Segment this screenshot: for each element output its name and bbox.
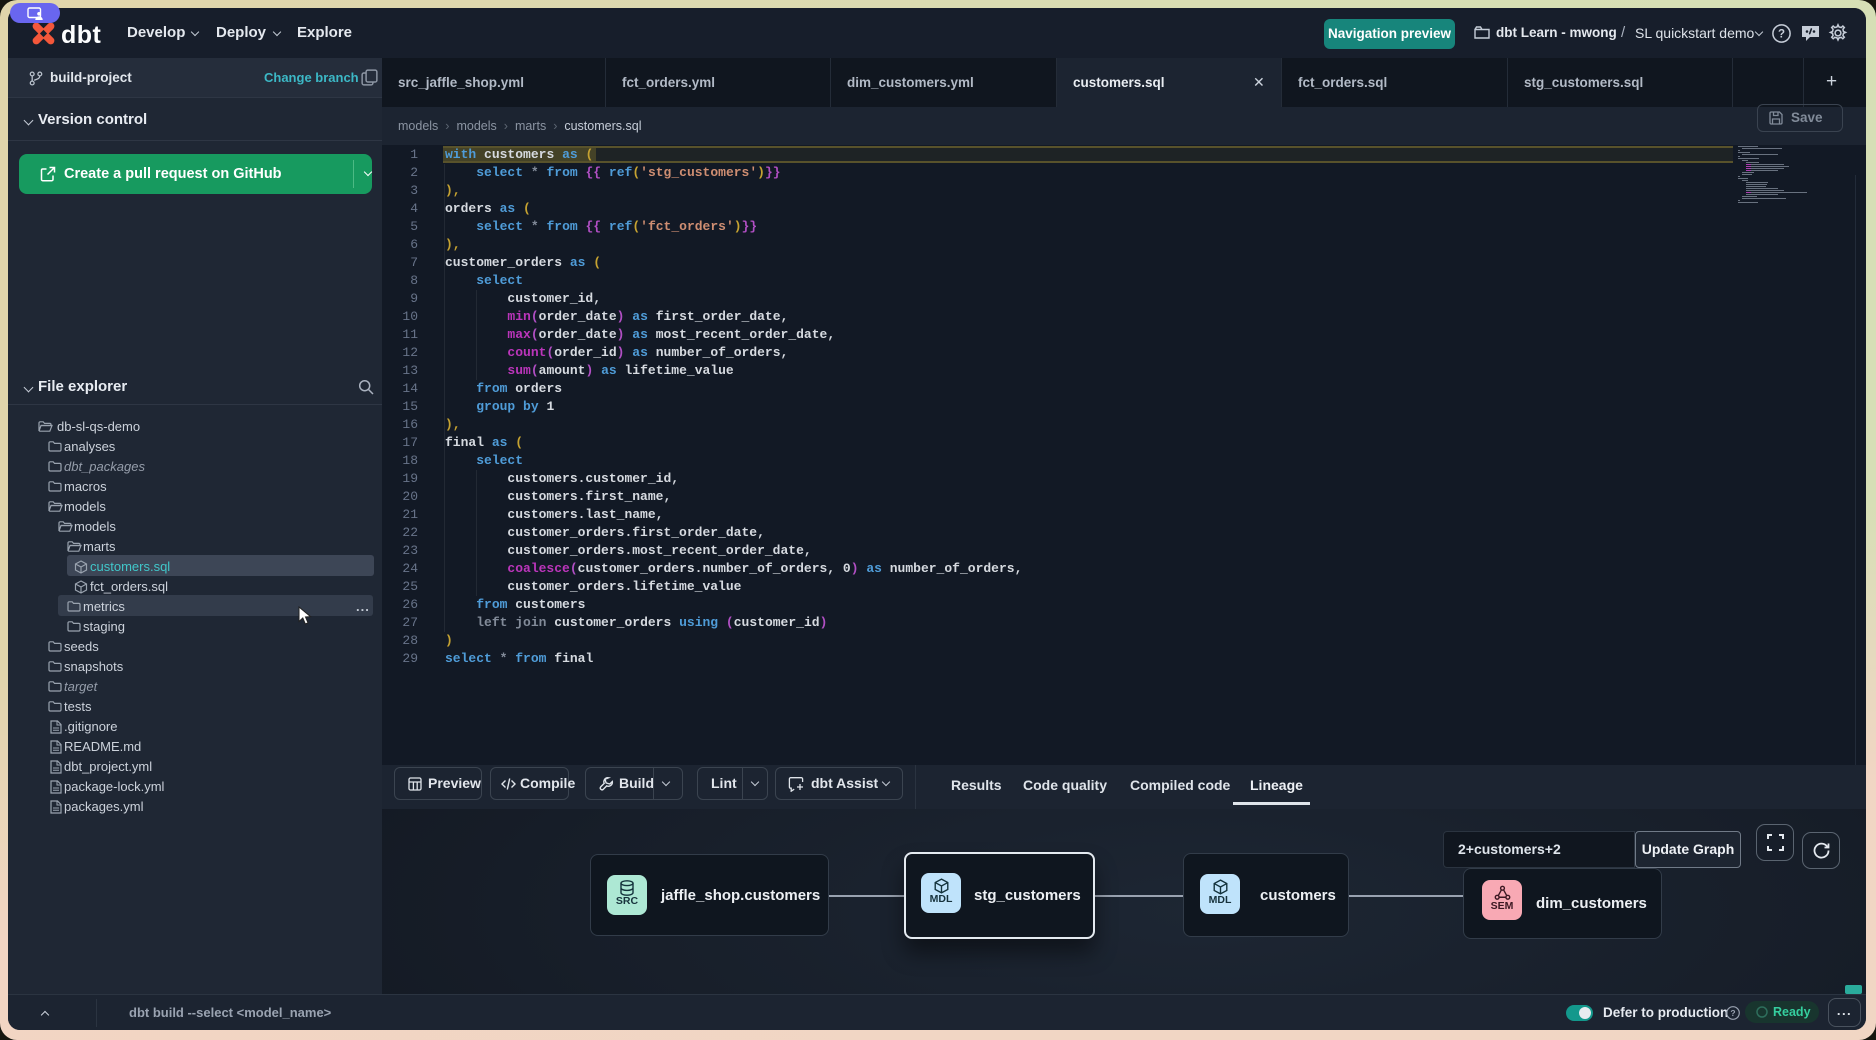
svg-text:?: ? [1730, 1008, 1735, 1018]
svg-text:?: ? [1778, 29, 1785, 41]
